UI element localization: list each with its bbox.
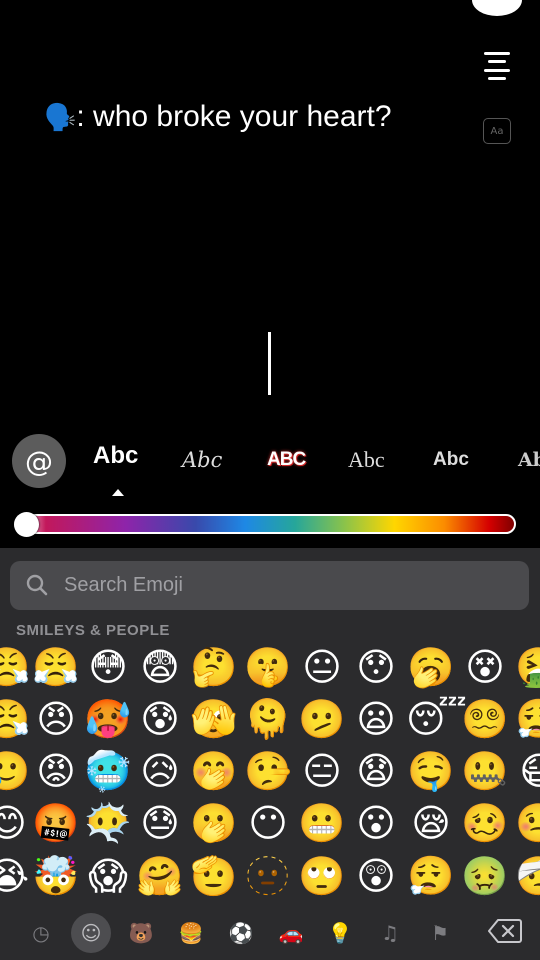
emoji-key[interactable]: 🫤 — [297, 694, 347, 744]
emoji-key[interactable]: 😷 — [514, 746, 540, 796]
caption-text-body: : who broke your heart? — [76, 100, 392, 133]
clock-icon[interactable]: ◷ — [21, 913, 61, 953]
emoji-key[interactable]: 😓 — [135, 798, 185, 848]
emoji-key[interactable]: 🤯 — [31, 851, 81, 901]
emoji-key[interactable]: 🥱 — [406, 642, 456, 692]
emoji-key[interactable]: 🤢 — [460, 851, 510, 901]
emoji-key[interactable]: 😵 — [460, 642, 510, 692]
emoji-key[interactable]: 😊 — [0, 798, 32, 848]
emoji-key[interactable]: 🤥 — [243, 746, 293, 796]
emoji-key[interactable]: 😤 — [0, 694, 32, 744]
bulb-icon[interactable]: 💡 — [320, 913, 360, 953]
text-style-serif[interactable]: Abc — [348, 442, 385, 478]
color-slider-thumb[interactable] — [14, 512, 39, 537]
emoji-key[interactable]: 🤕 — [514, 851, 540, 901]
font-button[interactable]: Aa — [483, 118, 511, 144]
emoji-key[interactable]: 🤫 — [243, 642, 293, 692]
emoji-key[interactable]: 😧 — [351, 746, 401, 796]
emoji-key[interactable]: 😐 — [297, 642, 347, 692]
flag-icon[interactable]: ⚑ — [420, 913, 460, 953]
emoji-key[interactable]: 😨 — [135, 642, 185, 692]
text-style-script[interactable]: Abc — [182, 442, 222, 478]
emoji-key[interactable]: 😴 — [406, 694, 467, 744]
emoji-key[interactable]: 😮‍💨 — [406, 851, 456, 901]
text-style-bold[interactable]: Abc — [433, 442, 469, 478]
emoji-key[interactable]: 😯 — [351, 642, 401, 692]
emoji-key[interactable]: 🤔 — [189, 642, 239, 692]
emoji-key[interactable]: 😬 — [297, 798, 347, 848]
emoji-key[interactable]: 🤗 — [135, 851, 185, 901]
emoji-category-bar: ◷ ☺ 🐻 🍔 ⚽ 🚗 💡 ♫ ⚑ — [0, 910, 540, 960]
emoji-key[interactable]: 🤐 — [460, 746, 510, 796]
ball-icon[interactable]: ⚽ — [221, 913, 261, 953]
emoji-search-input[interactable] — [64, 561, 504, 610]
emoji-keyboard: SMILEYS & PEOPLE 😤😤😳😨🤔🤫😐😯🥱😵🤮😤😠🥵😰🫣🫠🫤😦😴😵‍💫… — [0, 548, 540, 960]
emoji-section-title: SMILEYS & PEOPLE — [16, 622, 170, 639]
emoji-key[interactable]: 🥴 — [460, 798, 510, 848]
color-slider[interactable] — [14, 514, 516, 534]
emoji-key[interactable]: 🥵 — [83, 694, 133, 744]
emoji-key[interactable]: 🤒 — [514, 798, 540, 848]
car-icon[interactable]: 🚗 — [271, 913, 311, 953]
emoji-key[interactable]: 😳 — [83, 642, 133, 692]
emoji-key[interactable]: 😪 — [406, 798, 456, 848]
emoji-key[interactable]: 😮 — [351, 798, 401, 848]
search-icon — [26, 574, 48, 596]
food-icon[interactable]: 🍔 — [171, 913, 211, 953]
text-style-gothic[interactable]: Ab — [518, 442, 540, 478]
emoji-key[interactable]: 🤮 — [514, 642, 540, 692]
emoji-key[interactable]: 😤 — [31, 642, 81, 692]
emoji-key[interactable]: 🙄 — [297, 851, 347, 901]
emoji-key[interactable]: 🥲 — [0, 746, 32, 796]
close-button[interactable] — [472, 0, 522, 16]
emoji-key[interactable]: 🥶 — [83, 746, 133, 796]
bear-icon[interactable]: 🐻 — [121, 913, 161, 953]
emoji-key[interactable]: 🫡 — [189, 851, 239, 901]
symbols-icon[interactable]: ♫ — [370, 913, 410, 953]
emoji-key[interactable]: 😶‍🌫️ — [83, 798, 133, 848]
emoji-key[interactable]: 🫠 — [243, 694, 293, 744]
align-center-icon[interactable] — [482, 52, 512, 80]
emoji-key[interactable]: 😱 — [83, 851, 133, 901]
emoji-key[interactable]: 😶 — [243, 798, 293, 848]
emoji-key[interactable]: 😤 — [0, 642, 32, 692]
emoji-key[interactable]: 🤬 — [31, 798, 81, 848]
text-cursor — [268, 332, 271, 395]
emoji-key[interactable]: 😡 — [31, 746, 81, 796]
emoji-key[interactable]: 🤭 — [189, 746, 239, 796]
mention-button[interactable]: @ — [12, 434, 66, 488]
emoji-key[interactable]: 😲 — [351, 851, 401, 901]
emoji-key[interactable]: 😭 — [0, 851, 32, 901]
emoji-key[interactable]: 🫢 — [189, 798, 239, 848]
emoji-key[interactable]: 😵‍💫 — [460, 694, 510, 744]
text-style-classic[interactable]: Abc — [93, 438, 138, 474]
emoji-search-bar[interactable] — [10, 561, 529, 610]
emoji-key[interactable]: 😥 — [135, 746, 185, 796]
emoji-key[interactable]: 😑 — [297, 746, 347, 796]
text-style-neon[interactable]: ABC — [267, 442, 306, 478]
emoji-key[interactable]: 😦 — [351, 694, 401, 744]
selected-style-indicator — [112, 489, 124, 496]
emoji-key[interactable]: 😰 — [135, 694, 185, 744]
speaking-head-emoji: 🗣️ — [44, 102, 77, 132]
emoji-key[interactable]: 🫥 — [243, 851, 293, 901]
emoji-key[interactable]: 😮‍💨 — [514, 694, 540, 744]
emoji-key[interactable]: 🤤 — [406, 746, 456, 796]
backspace-icon[interactable] — [488, 918, 522, 944]
smiley-icon[interactable]: ☺ — [71, 913, 111, 953]
emoji-key[interactable]: 🫣 — [189, 694, 239, 744]
emoji-key[interactable]: 😠 — [31, 694, 81, 744]
caption-text[interactable]: 🗣️: who broke your heart? — [44, 100, 392, 134]
